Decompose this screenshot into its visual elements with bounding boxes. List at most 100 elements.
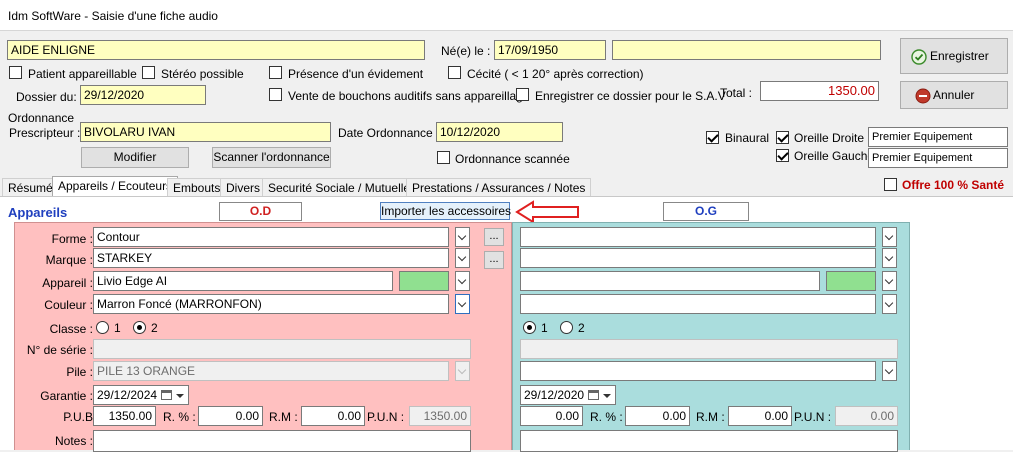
pub-og-field[interactable]: 0.00 <box>520 406 583 426</box>
couleur-od-field[interactable]: Marron Foncé (MARRONFON) <box>93 294 449 314</box>
cecite-checkbox[interactable] <box>448 66 461 79</box>
calendar-icon <box>161 390 172 400</box>
sav-label: Enregistrer ce dossier pour le S.A.V <box>535 89 726 103</box>
ordonnance-scannee-label: Ordonnance scannée <box>455 152 570 166</box>
r-label-od: R. % : <box>163 410 196 424</box>
appareil-od-dropdown-icon[interactable] <box>455 271 470 291</box>
classe-og-radio-1[interactable] <box>523 321 536 334</box>
couleur-od-dropdown-icon[interactable] <box>455 294 470 314</box>
pub-od-field[interactable]: 1350.00 <box>93 406 156 426</box>
chevron-down-icon <box>603 394 611 398</box>
classe-og-radio-2[interactable] <box>560 321 573 334</box>
pile-og-field[interactable] <box>520 361 876 381</box>
rm-og-field[interactable]: 0.00 <box>728 406 792 426</box>
rm-od-field[interactable]: 0.00 <box>301 406 365 426</box>
od-panel: Forme : Contour ... Marque : STARKEY ...… <box>14 222 512 452</box>
tab-appareils[interactable]: Appareils / Ecouteurs <box>52 176 179 198</box>
dob-label: Né(e) le : <box>441 44 491 58</box>
pile-od-field[interactable]: PILE 13 ORANGE <box>93 361 449 381</box>
appareil-og-color-swatch <box>826 271 876 291</box>
tab-embouts[interactable]: Embouts <box>167 178 227 197</box>
serie-od-field[interactable] <box>93 339 471 359</box>
classe-og-radio-2-label: 2 <box>578 321 585 335</box>
patient-name-field[interactable]: AIDE ENLIGNE <box>7 40 425 60</box>
classe-od-radio-2-label: 2 <box>151 321 158 335</box>
forme-label-od: Forme : <box>51 232 93 246</box>
marque-og-dropdown-icon[interactable] <box>882 248 897 268</box>
cecite-label: Cécité ( < 1 20° après correction) <box>467 67 644 81</box>
notes-label-od: Notes : <box>54 434 93 448</box>
date-ordonnance-field[interactable]: 10/12/2020 <box>436 122 563 142</box>
dossier-date-field[interactable]: 29/12/2020 <box>80 85 206 105</box>
equipement-droite-field[interactable]: Premier Equipement <box>868 127 1008 147</box>
forme-og-dropdown-icon[interactable] <box>882 227 897 247</box>
forme-od-field[interactable]: Contour <box>93 227 449 247</box>
classe-og-radio-1-label: 1 <box>541 321 548 335</box>
pile-od-dropdown-icon[interactable] <box>455 361 470 381</box>
garantie-og-field[interactable]: 29/12/2020 <box>520 385 616 405</box>
marque-od-dropdown-icon[interactable] <box>455 248 470 268</box>
marque-od-browse-button[interactable]: ... <box>484 251 504 269</box>
section-title: Appareils <box>8 205 68 220</box>
scanner-ordonnance-button[interactable]: Scanner l'ordonnance <box>212 147 331 168</box>
appareil-od-field[interactable]: Livio Edge AI <box>93 271 393 291</box>
ordonnance-scannee-checkbox[interactable] <box>437 151 450 164</box>
r-label-og: R. % : <box>590 410 623 424</box>
serie-label-od: N° de série : <box>26 343 93 357</box>
classe-od-radio-1-label: 1 <box>114 321 121 335</box>
notes-og-field[interactable] <box>520 430 898 452</box>
calendar-icon <box>588 390 599 400</box>
tab-divers[interactable]: Divers <box>220 178 267 197</box>
appareil-og-dropdown-icon[interactable] <box>882 271 897 291</box>
prescripteur-label: Prescripteur : <box>9 126 81 140</box>
equipement-gauche-field[interactable]: Premier Equipement <box>868 148 1008 168</box>
marque-od-field[interactable]: STARKEY <box>93 248 449 268</box>
pile-og-dropdown-icon[interactable] <box>882 361 897 381</box>
forme-od-browse-button[interactable]: ... <box>484 228 504 246</box>
window-title: Idm SoftWare - Saisie d'une fiche audio <box>8 9 218 23</box>
garantie-label-od: Garantie : <box>40 389 93 403</box>
oreille-droite-checkbox[interactable] <box>776 131 789 144</box>
appareil-og-field[interactable] <box>520 271 820 291</box>
oreille-gauche-checkbox[interactable] <box>776 149 789 162</box>
pun-og-field: 0.00 <box>835 406 898 426</box>
patient-appareillable-checkbox[interactable] <box>9 66 22 79</box>
couleur-og-dropdown-icon[interactable] <box>882 294 897 314</box>
forme-od-dropdown-icon[interactable] <box>455 227 470 247</box>
patient-extra-field[interactable] <box>612 40 881 60</box>
offre-sante-checkbox[interactable] <box>884 178 897 191</box>
couleur-og-field[interactable] <box>520 294 876 314</box>
ordonnance-label: Ordonnance <box>8 111 75 125</box>
tab-resume[interactable]: Résumé <box>2 178 59 197</box>
stereo-checkbox[interactable] <box>142 66 155 79</box>
prescripteur-field[interactable]: BIVOLARU IVAN <box>80 122 331 142</box>
r-od-field[interactable]: 0.00 <box>198 406 263 426</box>
garantie-og-value: 29/12/2020 <box>524 388 585 402</box>
tab-securite-sociale[interactable]: Securité Sociale / Mutuelles <box>262 178 423 197</box>
bouchons-checkbox[interactable] <box>269 88 282 101</box>
rm-label-od: R.M : <box>269 410 298 424</box>
sav-checkbox[interactable] <box>516 88 529 101</box>
serie-og-field[interactable] <box>520 339 898 359</box>
enregistrer-button[interactable]: Enregistrer <box>900 38 1008 74</box>
rm-label-og: R.M : <box>696 410 725 424</box>
evidement-label: Présence d'un évidement <box>288 67 424 81</box>
garantie-od-value: 29/12/2024 <box>97 388 158 402</box>
garantie-od-field[interactable]: 29/12/2024 <box>93 385 189 405</box>
date-ordonnance-label: Date Ordonnance : <box>338 126 440 140</box>
forme-og-field[interactable] <box>520 227 876 247</box>
binaural-label: Binaural <box>725 131 770 145</box>
dob-field[interactable]: 17/09/1950 <box>494 40 606 60</box>
classe-od-radio-2[interactable] <box>133 321 146 334</box>
classe-od-radio-1[interactable] <box>96 321 109 334</box>
r-og-field[interactable]: 0.00 <box>625 406 690 426</box>
importer-accessoires-button[interactable]: Importer les accessoires <box>380 202 511 220</box>
tab-prestations[interactable]: Prestations / Assurances / Notes <box>406 178 592 197</box>
marque-og-field[interactable] <box>520 248 876 268</box>
annuler-button[interactable]: Annuler <box>900 81 1008 109</box>
evidement-checkbox[interactable] <box>269 66 282 79</box>
annuler-label: Annuler <box>933 88 975 102</box>
binaural-checkbox[interactable] <box>706 131 719 144</box>
modifier-button[interactable]: Modifier <box>81 147 189 168</box>
notes-od-field[interactable] <box>93 430 471 452</box>
